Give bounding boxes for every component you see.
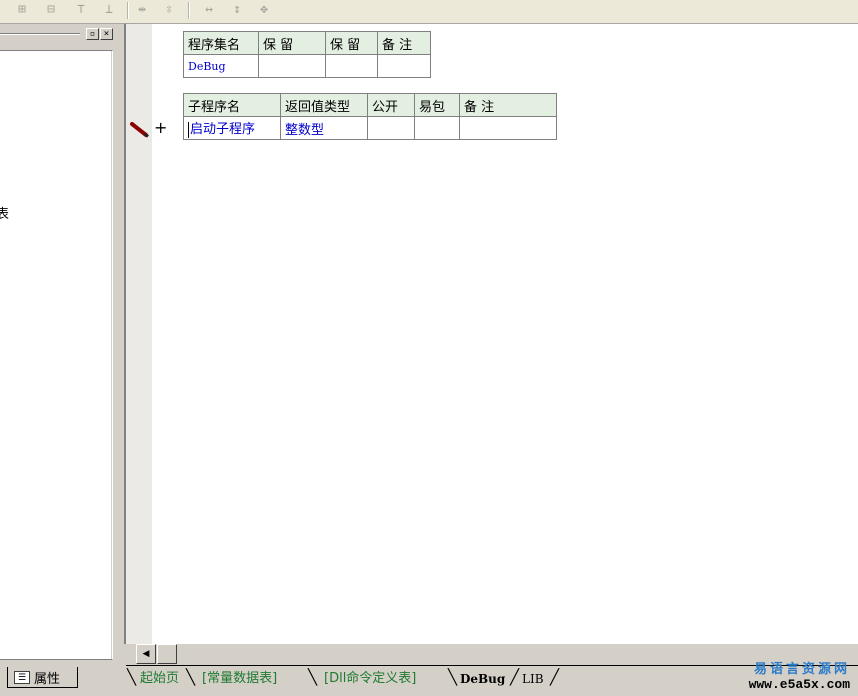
assembly-header-reserved-2: 保 留 [325, 31, 378, 55]
sub-header-name: 子程序名 [183, 93, 281, 117]
pane-title-bar [0, 33, 80, 35]
tree-item-stub[interactable]: 表 [0, 203, 9, 222]
tab-constants[interactable]: [常量数据表] [198, 668, 281, 690]
col-insert-icon[interactable]: ⊞ [14, 2, 30, 18]
tab-divider: ╱ [550, 668, 560, 686]
assembly-reserved-cell-1[interactable] [258, 54, 326, 78]
close-icon[interactable]: × [100, 28, 113, 40]
assembly-header-name: 程序集名 [183, 31, 259, 55]
sub-header-public: 公开 [367, 93, 415, 117]
scroll-left-icon[interactable]: ◀ [136, 644, 156, 664]
align-bottom-icon[interactable]: ⊥ [101, 2, 117, 18]
tab-divider: ╲ [186, 668, 196, 686]
vsize-icon[interactable]: ↕ [229, 2, 245, 18]
project-tree[interactable]: 表 [0, 50, 113, 660]
height-equal-icon[interactable]: ⇳ [161, 2, 177, 18]
tab-dll-commands[interactable]: [Dll命令定义表] [320, 668, 420, 690]
assembly-name-cell[interactable]: DeBug [183, 54, 259, 78]
tab-start-page[interactable]: 起始页 [136, 668, 183, 690]
watermark-url: www.e5a5x.com [748, 677, 850, 692]
expand-icon[interactable]: + [154, 118, 167, 137]
assembly-table: 程序集名 保 留 保 留 备 注 DeBug [183, 31, 431, 78]
sub-header-epackage: 易包 [414, 93, 460, 117]
watermark: 易语言资源网 www.e5a5x.com [749, 658, 850, 692]
subroutine-table: 子程序名 返回值类型 公开 易包 备 注 启动子程序 整数型 [183, 93, 557, 140]
sub-name-cell[interactable]: 启动子程序 [183, 116, 281, 140]
sub-name-text: 启动子程序 [190, 122, 256, 138]
sub-header-return-type: 返回值类型 [280, 93, 368, 117]
width-equal-icon[interactable]: ⇹ [134, 2, 150, 18]
row-insert-icon[interactable]: ⊟ [43, 2, 59, 18]
sub-remark-cell[interactable] [459, 116, 557, 140]
assembly-header-remark: 备 注 [377, 31, 431, 55]
watermark-site-name: 易语言资源网 [753, 662, 850, 677]
tab-lib[interactable]: LIB [518, 668, 548, 690]
toolbar: ⊞ ⊟ ⊤ ⊥ ⇹ ⇳ ↔ ↕ ✥ [0, 0, 858, 24]
center-icon[interactable]: ✥ [256, 2, 272, 18]
text-caret [188, 121, 189, 138]
toolbar-separator [188, 2, 190, 19]
sub-epackage-cell[interactable] [414, 116, 460, 140]
restore-icon[interactable]: ▫ [86, 28, 99, 40]
sub-public-cell[interactable] [367, 116, 415, 140]
tab-divider: ╲ [127, 668, 137, 686]
properties-tab[interactable]: ☰ 属性 [7, 667, 78, 688]
sub-header-remark: 备 注 [459, 93, 557, 117]
tab-debug[interactable]: DeBug [456, 668, 509, 690]
toolbar-separator [127, 2, 129, 19]
assembly-header-reserved-1: 保 留 [258, 31, 326, 55]
left-pane: ▫ × 表 [0, 24, 123, 666]
align-top-icon[interactable]: ⊤ [73, 2, 89, 18]
assembly-reserved-cell-2[interactable] [325, 54, 378, 78]
tab-divider: ╲ [308, 668, 318, 686]
scroll-right-button[interactable] [157, 644, 177, 664]
editor-gutter [126, 24, 152, 644]
pencil-icon [130, 122, 149, 138]
hsize-icon[interactable]: ↔ [201, 2, 217, 18]
properties-tab-label: 属性 [34, 671, 61, 687]
assembly-remark-cell[interactable] [377, 54, 431, 78]
sub-return-type-cell[interactable]: 整数型 [280, 116, 368, 140]
code-editor[interactable]: 程序集名 保 留 保 留 备 注 DeBug + 子程序名 返回值类型 公开 易… [124, 24, 858, 644]
properties-icon: ☰ [14, 670, 30, 684]
